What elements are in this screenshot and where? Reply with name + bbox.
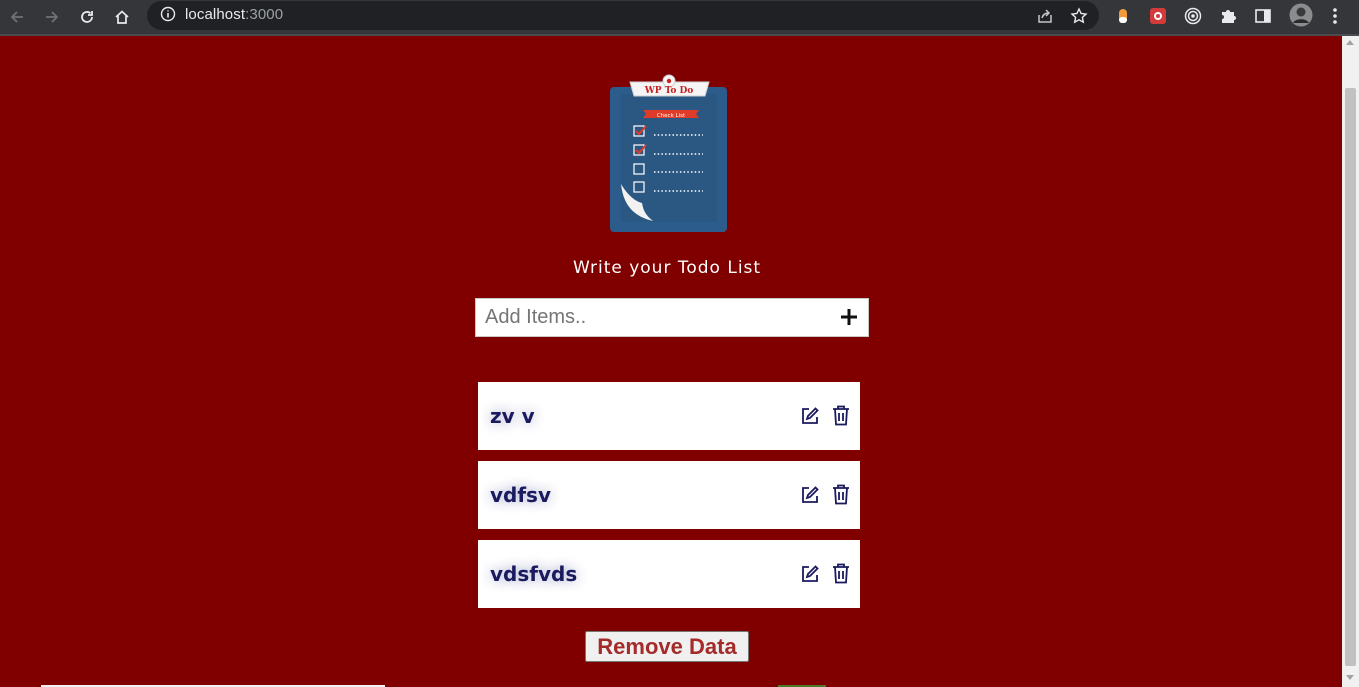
- trash-icon[interactable]: [832, 405, 850, 426]
- reload-icon[interactable]: [74, 4, 100, 30]
- trash-icon[interactable]: [832, 563, 850, 584]
- item-text: vdsfvds: [490, 562, 578, 586]
- home-icon[interactable]: [109, 4, 135, 30]
- page-heading: Write your Todo List: [572, 258, 762, 278]
- list-item: vdfsv: [478, 461, 860, 529]
- extension-target-icon[interactable]: [1182, 5, 1204, 27]
- list-item: vdsfvds: [478, 540, 860, 608]
- share-icon[interactable]: [1034, 5, 1056, 27]
- url-host: localhost: [185, 6, 246, 23]
- todo-logo: WP To Do Check List: [603, 72, 735, 237]
- scroll-down-arrow[interactable]: [1346, 675, 1354, 680]
- list-item: zv v: [478, 382, 860, 450]
- logo-title: WP To Do: [644, 86, 694, 96]
- remove-data-button[interactable]: Remove Data: [585, 631, 749, 662]
- trash-icon[interactable]: [832, 484, 850, 505]
- forward-icon[interactable]: [39, 4, 65, 30]
- edit-icon[interactable]: [800, 564, 820, 584]
- item-text: zv v: [490, 404, 535, 428]
- scrollbar-thumb[interactable]: [1345, 88, 1356, 666]
- add-plus-icon[interactable]: [840, 308, 858, 326]
- logo-banner: Check List: [657, 113, 686, 119]
- extension-red-icon[interactable]: [1147, 5, 1169, 27]
- site-info-icon[interactable]: [160, 6, 178, 24]
- toolbar-divider: [0, 34, 1359, 36]
- back-icon[interactable]: [4, 4, 30, 30]
- bookmark-star-icon[interactable]: [1068, 5, 1090, 27]
- url-text[interactable]: localhost:3000: [185, 6, 283, 23]
- profile-avatar[interactable]: [1289, 3, 1313, 27]
- scroll-up-arrow[interactable]: [1346, 40, 1354, 45]
- item-text: vdfsv: [490, 483, 551, 507]
- browser-menu-icon[interactable]: [1324, 5, 1346, 27]
- add-item-input[interactable]: [476, 299, 825, 336]
- add-item-box: [475, 298, 869, 337]
- edit-icon[interactable]: [800, 485, 820, 505]
- side-panel-icon[interactable]: [1252, 5, 1274, 27]
- extensions-puzzle-icon[interactable]: [1217, 5, 1239, 27]
- extension-orange-icon[interactable]: [1112, 5, 1134, 27]
- url-port: :3000: [245, 6, 284, 23]
- address-bar[interactable]: [147, 1, 1099, 30]
- edit-icon[interactable]: [800, 406, 820, 426]
